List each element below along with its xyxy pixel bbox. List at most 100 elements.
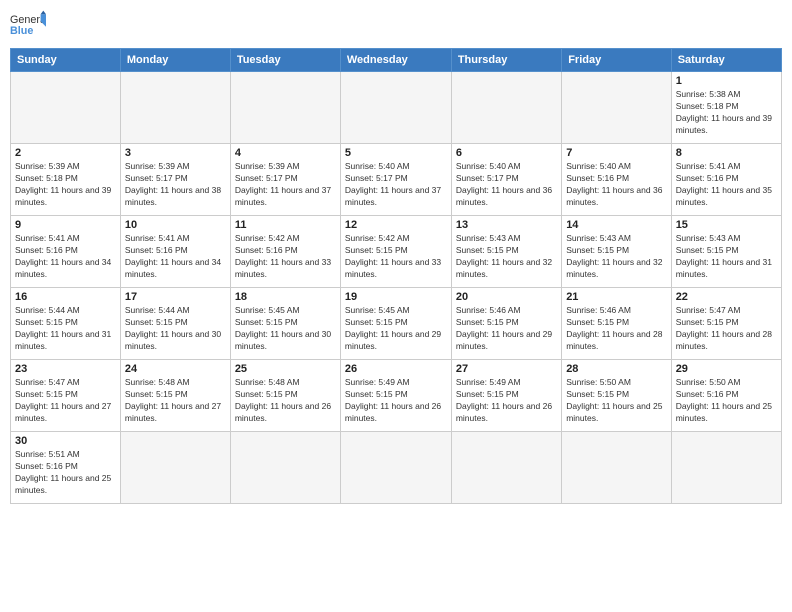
day-cell-20: 20 Sunrise: 5:46 AMSunset: 5:15 PMDayligh…: [451, 288, 561, 360]
cell-info: Sunrise: 5:46 AMSunset: 5:15 PMDaylight:…: [456, 305, 557, 353]
cell-info: Sunrise: 5:44 AMSunset: 5:15 PMDaylight:…: [15, 305, 116, 353]
empty-cell: [230, 432, 340, 504]
cell-info: Sunrise: 5:38 AMSunset: 5:18 PMDaylight:…: [676, 89, 777, 137]
empty-cell: [562, 72, 672, 144]
weekday-header-thursday: Thursday: [451, 49, 561, 72]
logo-area: General Blue: [10, 10, 46, 40]
day-number: 29: [676, 363, 777, 375]
day-number: 20: [456, 291, 557, 303]
day-cell-7: 7 Sunrise: 5:40 AMSunset: 5:16 PMDaylight…: [562, 144, 672, 216]
weekday-header-row: SundayMondayTuesdayWednesdayThursdayFrid…: [11, 49, 782, 72]
empty-cell: [671, 432, 781, 504]
day-cell-26: 26 Sunrise: 5:49 AMSunset: 5:15 PMDayligh…: [340, 360, 451, 432]
day-cell-10: 10 Sunrise: 5:41 AMSunset: 5:16 PMDayligh…: [120, 216, 230, 288]
empty-cell: [120, 432, 230, 504]
week-row-2: 9Sunrise: 5:41 AMSunset: 5:16 PMDaylight…: [11, 216, 782, 288]
cell-info: Sunrise: 5:43 AMSunset: 5:15 PMDaylight:…: [676, 233, 777, 281]
week-row-4: 23 Sunrise: 5:47 AMSunset: 5:15 PMDayligh…: [11, 360, 782, 432]
cell-info: Sunrise: 5:43 AMSunset: 5:15 PMDaylight:…: [566, 233, 667, 281]
cell-info: Sunrise: 5:49 AMSunset: 5:15 PMDaylight:…: [456, 377, 557, 425]
cell-info: Sunrise: 5:40 AMSunset: 5:17 PMDaylight:…: [345, 161, 447, 209]
day-cell-19: 19 Sunrise: 5:45 AMSunset: 5:15 PMDayligh…: [340, 288, 451, 360]
empty-cell: [562, 432, 672, 504]
empty-cell: [11, 72, 121, 144]
cell-info: Sunrise: 5:43 AMSunset: 5:15 PMDaylight:…: [456, 233, 557, 281]
cell-info: Sunrise: 5:40 AMSunset: 5:16 PMDaylight:…: [566, 161, 667, 209]
weekday-header-sunday: Sunday: [11, 49, 121, 72]
day-number: 18: [235, 291, 336, 303]
day-number: 16: [15, 291, 116, 303]
day-number: 22: [676, 291, 777, 303]
cell-info: Sunrise: 5:50 AMSunset: 5:16 PMDaylight:…: [676, 377, 777, 425]
day-number: 28: [566, 363, 667, 375]
cell-info: Sunrise: 5:41 AMSunset: 5:16 PMDaylight:…: [15, 233, 116, 281]
day-number: 7: [566, 147, 667, 159]
day-number: 3: [125, 147, 226, 159]
day-cell-2: 2 Sunrise: 5:39 AMSunset: 5:18 PMDaylight…: [11, 144, 121, 216]
cell-info: Sunrise: 5:42 AMSunset: 5:15 PMDaylight:…: [345, 233, 447, 281]
weekday-header-friday: Friday: [562, 49, 672, 72]
day-cell-13: 13Sunrise: 5:43 AMSunset: 5:15 PMDayligh…: [451, 216, 561, 288]
cell-info: Sunrise: 5:47 AMSunset: 5:15 PMDaylight:…: [676, 305, 777, 353]
day-cell-29: 29 Sunrise: 5:50 AMSunset: 5:16 PMDayligh…: [671, 360, 781, 432]
day-cell-27: 27 Sunrise: 5:49 AMSunset: 5:15 PMDayligh…: [451, 360, 561, 432]
svg-text:Blue: Blue: [10, 25, 33, 37]
day-cell-17: 17Sunrise: 5:44 AMSunset: 5:15 PMDayligh…: [120, 288, 230, 360]
day-cell-5: 5Sunrise: 5:40 AMSunset: 5:17 PMDaylight…: [340, 144, 451, 216]
day-cell-11: 11 Sunrise: 5:42 AMSunset: 5:16 PMDayligh…: [230, 216, 340, 288]
cell-info: Sunrise: 5:45 AMSunset: 5:15 PMDaylight:…: [345, 305, 447, 353]
cell-info: Sunrise: 5:47 AMSunset: 5:15 PMDaylight:…: [15, 377, 116, 425]
day-cell-28: 28 Sunrise: 5:50 AMSunset: 5:15 PMDayligh…: [562, 360, 672, 432]
day-cell-12: 12 Sunrise: 5:42 AMSunset: 5:15 PMDayligh…: [340, 216, 451, 288]
cell-info: Sunrise: 5:39 AMSunset: 5:17 PMDaylight:…: [235, 161, 336, 209]
day-cell-15: 15Sunrise: 5:43 AMSunset: 5:15 PMDayligh…: [671, 216, 781, 288]
generalblue-logo-icon: General Blue: [10, 10, 46, 40]
day-cell-16: 16 Sunrise: 5:44 AMSunset: 5:15 PMDayligh…: [11, 288, 121, 360]
day-number: 2: [15, 147, 116, 159]
week-row-0: 1 Sunrise: 5:38 AMSunset: 5:18 PMDaylight…: [11, 72, 782, 144]
day-cell-6: 6Sunrise: 5:40 AMSunset: 5:17 PMDaylight…: [451, 144, 561, 216]
cell-info: Sunrise: 5:50 AMSunset: 5:15 PMDaylight:…: [566, 377, 667, 425]
cell-info: Sunrise: 5:45 AMSunset: 5:15 PMDaylight:…: [235, 305, 336, 353]
day-cell-4: 4 Sunrise: 5:39 AMSunset: 5:17 PMDaylight…: [230, 144, 340, 216]
cell-info: Sunrise: 5:39 AMSunset: 5:17 PMDaylight:…: [125, 161, 226, 209]
cell-info: Sunrise: 5:49 AMSunset: 5:15 PMDaylight:…: [345, 377, 447, 425]
cell-info: Sunrise: 5:48 AMSunset: 5:15 PMDaylight:…: [235, 377, 336, 425]
day-number: 30: [15, 435, 116, 447]
cell-info: Sunrise: 5:51 AMSunset: 5:16 PMDaylight:…: [15, 449, 116, 497]
day-cell-30: 30 Sunrise: 5:51 AMSunset: 5:16 PMDayligh…: [11, 432, 121, 504]
weekday-header-wednesday: Wednesday: [340, 49, 451, 72]
empty-cell: [230, 72, 340, 144]
weekday-header-saturday: Saturday: [671, 49, 781, 72]
day-number: 19: [345, 291, 447, 303]
cell-info: Sunrise: 5:44 AMSunset: 5:15 PMDaylight:…: [125, 305, 226, 353]
cell-info: Sunrise: 5:40 AMSunset: 5:17 PMDaylight:…: [456, 161, 557, 209]
day-cell-1: 1 Sunrise: 5:38 AMSunset: 5:18 PMDaylight…: [671, 72, 781, 144]
day-number: 26: [345, 363, 447, 375]
day-number: 10: [125, 219, 226, 231]
day-cell-18: 18 Sunrise: 5:45 AMSunset: 5:15 PMDayligh…: [230, 288, 340, 360]
day-number: 14: [566, 219, 667, 231]
cell-info: Sunrise: 5:41 AMSunset: 5:16 PMDaylight:…: [676, 161, 777, 209]
cell-info: Sunrise: 5:46 AMSunset: 5:15 PMDaylight:…: [566, 305, 667, 353]
day-number: 25: [235, 363, 336, 375]
day-cell-24: 24Sunrise: 5:48 AMSunset: 5:15 PMDayligh…: [120, 360, 230, 432]
weekday-header-tuesday: Tuesday: [230, 49, 340, 72]
empty-cell: [451, 432, 561, 504]
day-number: 23: [15, 363, 116, 375]
empty-cell: [340, 72, 451, 144]
cell-info: Sunrise: 5:42 AMSunset: 5:16 PMDaylight:…: [235, 233, 336, 281]
empty-cell: [340, 432, 451, 504]
cell-info: Sunrise: 5:41 AMSunset: 5:16 PMDaylight:…: [125, 233, 226, 281]
day-cell-22: 22 Sunrise: 5:47 AMSunset: 5:15 PMDayligh…: [671, 288, 781, 360]
empty-cell: [451, 72, 561, 144]
day-number: 4: [235, 147, 336, 159]
empty-cell: [120, 72, 230, 144]
day-cell-21: 21Sunrise: 5:46 AMSunset: 5:15 PMDayligh…: [562, 288, 672, 360]
day-number: 11: [235, 219, 336, 231]
day-number: 1: [676, 75, 777, 87]
day-number: 27: [456, 363, 557, 375]
cell-info: Sunrise: 5:39 AMSunset: 5:18 PMDaylight:…: [15, 161, 116, 209]
header: General Blue: [10, 10, 782, 40]
day-number: 12: [345, 219, 447, 231]
